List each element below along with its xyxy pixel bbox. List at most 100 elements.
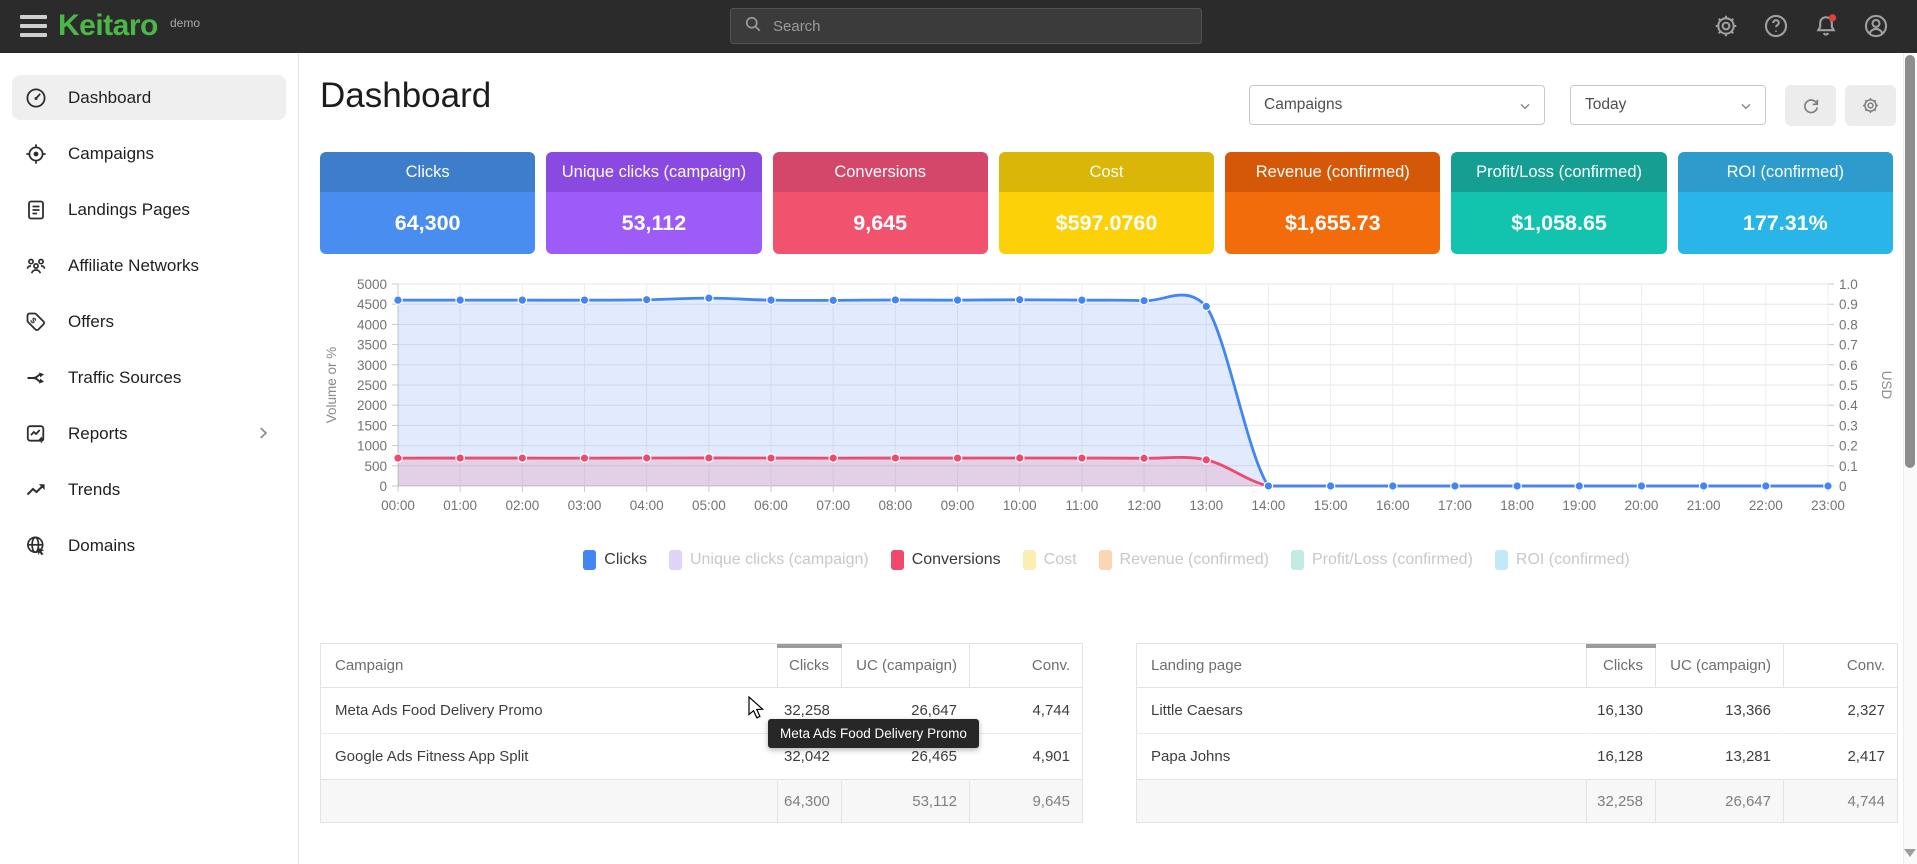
svg-text:1.0: 1.0 bbox=[1839, 277, 1858, 292]
report-chart-icon bbox=[24, 422, 48, 446]
total-cell bbox=[1137, 780, 1587, 823]
stat-card-roi-confirmed[interactable]: ROI (confirmed)177.31% bbox=[1678, 152, 1893, 254]
column-header-uc-campaign[interactable]: UC (campaign) bbox=[1656, 644, 1784, 688]
split-arrows-icon bbox=[24, 366, 48, 390]
row-name-cell: Google Ads Fitness App Split bbox=[321, 734, 778, 780]
legend-swatch bbox=[1023, 550, 1036, 570]
sidebar-item-campaigns[interactable]: Campaigns bbox=[12, 131, 286, 176]
sidebar-item-domains[interactable]: Domains bbox=[12, 523, 286, 568]
svg-text:2000: 2000 bbox=[357, 398, 387, 413]
svg-text:11:00: 11:00 bbox=[1066, 498, 1099, 513]
column-header-conv[interactable]: Conv. bbox=[1784, 644, 1898, 688]
svg-text:USD: USD bbox=[1879, 371, 1893, 400]
sidebar-item-trends[interactable]: Trends bbox=[12, 467, 286, 512]
legend-label: Clicks bbox=[604, 551, 647, 569]
svg-text:0.2: 0.2 bbox=[1839, 439, 1858, 454]
search-input[interactable] bbox=[773, 18, 1189, 35]
legend-item-unique-clicks-campaign[interactable]: Unique clicks (campaign) bbox=[669, 550, 869, 570]
svg-text:21:00: 21:00 bbox=[1687, 498, 1721, 513]
chevron-right-icon bbox=[254, 424, 272, 447]
stat-card-value: $1,655.73 bbox=[1225, 192, 1440, 254]
mouse-cursor bbox=[748, 696, 770, 720]
stat-card-value: $1,058.65 bbox=[1451, 192, 1666, 254]
column-header-label: Conv. bbox=[1847, 657, 1885, 674]
legend-label: Revenue (confirmed) bbox=[1120, 551, 1269, 569]
sidebar-item-reports[interactable]: Reports bbox=[12, 411, 286, 456]
column-header-uc-campaign[interactable]: UC (campaign) bbox=[842, 644, 970, 688]
svg-text:14:00: 14:00 bbox=[1252, 498, 1286, 513]
row-name-cell: Papa Johns bbox=[1137, 734, 1587, 780]
column-header-campaign[interactable]: Campaign bbox=[321, 644, 778, 688]
svg-text:1500: 1500 bbox=[357, 418, 387, 433]
stat-card-label: Profit/Loss (confirmed) bbox=[1451, 152, 1666, 192]
row-value-cell: 4,744 bbox=[970, 688, 1083, 734]
dashboard-gauge-icon bbox=[24, 86, 48, 110]
menu-hamburger-icon[interactable] bbox=[20, 15, 47, 37]
total-cell: 64,300 bbox=[778, 780, 842, 823]
svg-text:01:00: 01:00 bbox=[443, 498, 477, 513]
legend-item-conversions[interactable]: Conversions bbox=[891, 550, 1001, 570]
traffic-chart-container[interactable]: 005000.110000.215000.320000.425000.53000… bbox=[320, 268, 1893, 520]
sidebar-item-offers[interactable]: $Offers bbox=[12, 299, 286, 344]
top-bar: Keitaro demo bbox=[0, 0, 1917, 53]
column-header-clicks[interactable]: Clicks bbox=[1587, 644, 1656, 688]
svg-text:05:00: 05:00 bbox=[692, 498, 726, 513]
traffic-chart[interactable]: 005000.110000.215000.320000.425000.53000… bbox=[320, 268, 1893, 520]
legend-item-cost[interactable]: Cost bbox=[1023, 550, 1077, 570]
stat-card-revenue-confirmed[interactable]: Revenue (confirmed)$1,655.73 bbox=[1225, 152, 1440, 254]
stat-card-conversions[interactable]: Conversions9,645 bbox=[773, 152, 988, 254]
svg-text:0.5: 0.5 bbox=[1839, 378, 1858, 393]
settings-icon[interactable] bbox=[1711, 11, 1741, 41]
legend-swatch bbox=[891, 550, 904, 570]
table-row[interactable]: Papa Johns16,12813,2812,417 bbox=[1137, 734, 1898, 780]
totals-row: 32,25826,6474,744 bbox=[1137, 780, 1898, 823]
chevron-down-icon bbox=[1517, 98, 1533, 119]
refresh-button[interactable] bbox=[1785, 85, 1836, 126]
account-icon[interactable] bbox=[1861, 11, 1891, 41]
svg-text:16:00: 16:00 bbox=[1376, 498, 1410, 513]
people-icon bbox=[24, 254, 48, 278]
dashboard-settings-button[interactable] bbox=[1845, 85, 1896, 126]
scroll-down-arrow-icon[interactable] bbox=[1904, 849, 1916, 857]
svg-text:0.9: 0.9 bbox=[1839, 297, 1858, 312]
global-search[interactable] bbox=[730, 8, 1202, 44]
svg-text:5000: 5000 bbox=[357, 277, 387, 292]
sidebar-item-dashboard[interactable]: Dashboard bbox=[12, 75, 286, 120]
help-icon[interactable] bbox=[1761, 11, 1791, 41]
stat-card-value: $597.0760 bbox=[999, 192, 1214, 254]
stat-card-profit-loss-confirmed[interactable]: Profit/Loss (confirmed)$1,058.65 bbox=[1451, 152, 1666, 254]
notifications-icon[interactable] bbox=[1811, 11, 1841, 41]
sidebar-item-affiliate-networks[interactable]: Affiliate Networks bbox=[12, 243, 286, 288]
legend-item-profit-loss-confirmed[interactable]: Profit/Loss (confirmed) bbox=[1291, 550, 1473, 570]
row-value-cell: 2,327 bbox=[1784, 688, 1898, 734]
grouping-select[interactable]: Campaigns bbox=[1249, 85, 1545, 125]
legend-item-clicks[interactable]: Clicks bbox=[583, 550, 647, 570]
row-value-cell: 16,130 bbox=[1587, 688, 1656, 734]
stat-card-cost[interactable]: Cost$597.0760 bbox=[999, 152, 1214, 254]
sidebar-item-landings-pages[interactable]: Landings Pages bbox=[12, 187, 286, 232]
svg-text:3500: 3500 bbox=[357, 338, 387, 353]
svg-text:0: 0 bbox=[1839, 479, 1847, 494]
legend-item-revenue-confirmed[interactable]: Revenue (confirmed) bbox=[1099, 550, 1269, 570]
sidebar-item-traffic-sources[interactable]: Traffic Sources bbox=[12, 355, 286, 400]
svg-text:09:00: 09:00 bbox=[941, 498, 975, 513]
column-header-clicks[interactable]: Clicks bbox=[778, 644, 842, 688]
row-name-cell: Little Caesars bbox=[1137, 688, 1587, 734]
document-icon bbox=[24, 198, 48, 222]
svg-text:3000: 3000 bbox=[357, 358, 387, 373]
svg-text:17:00: 17:00 bbox=[1438, 498, 1472, 513]
date-range-select[interactable]: Today bbox=[1570, 85, 1766, 125]
svg-text:08:00: 08:00 bbox=[878, 498, 912, 513]
column-header-landing-page[interactable]: Landing page bbox=[1137, 644, 1587, 688]
row-value-cell: 4,901 bbox=[970, 734, 1083, 780]
svg-text:0.7: 0.7 bbox=[1839, 338, 1858, 353]
stat-card-clicks[interactable]: Clicks64,300 bbox=[320, 152, 535, 254]
legend-item-roi-confirmed[interactable]: ROI (confirmed) bbox=[1495, 550, 1630, 570]
chart-legend: Clicks Unique clicks (campaign) Conversion… bbox=[320, 550, 1893, 570]
sidebar-item-label: Landings Pages bbox=[68, 200, 190, 220]
table-row[interactable]: Little Caesars16,13013,3662,327 bbox=[1137, 688, 1898, 734]
stat-card-unique-clicks-campaign[interactable]: Unique clicks (campaign)53,112 bbox=[546, 152, 761, 254]
scrollbar-thumb[interactable] bbox=[1905, 55, 1915, 468]
column-header-conv[interactable]: Conv. bbox=[970, 644, 1083, 688]
svg-text:13:00: 13:00 bbox=[1189, 498, 1223, 513]
